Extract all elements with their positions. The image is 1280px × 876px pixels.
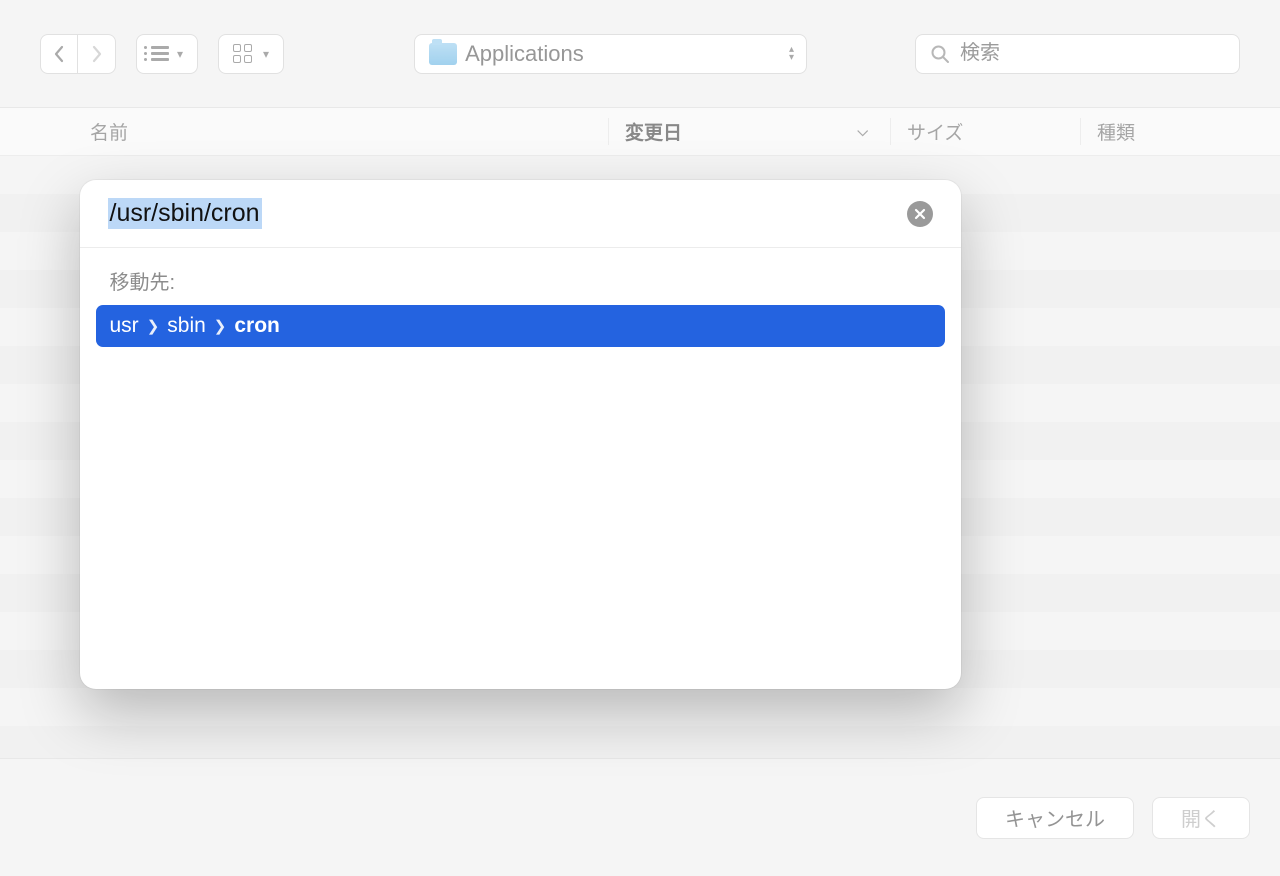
- suggested-path-row[interactable]: usr ❯ sbin ❯ cron: [96, 305, 945, 347]
- chevron-right-icon: ❯: [214, 317, 227, 335]
- sheet-header: /usr/sbin/cron: [80, 180, 961, 248]
- goto-sheet: /usr/sbin/cron 移動先: usr ❯ sbin ❯ cron: [80, 180, 961, 689]
- close-button[interactable]: [907, 201, 933, 227]
- close-icon: [914, 208, 926, 220]
- path-segment-last: cron: [234, 314, 280, 338]
- goto-label: 移動先:: [96, 266, 945, 305]
- sheet-body: 移動先: usr ❯ sbin ❯ cron: [80, 248, 961, 365]
- path-segment: usr: [110, 314, 139, 338]
- path-segment: sbin: [167, 314, 206, 338]
- path-input[interactable]: /usr/sbin/cron: [108, 198, 262, 229]
- chevron-right-icon: ❯: [147, 317, 160, 335]
